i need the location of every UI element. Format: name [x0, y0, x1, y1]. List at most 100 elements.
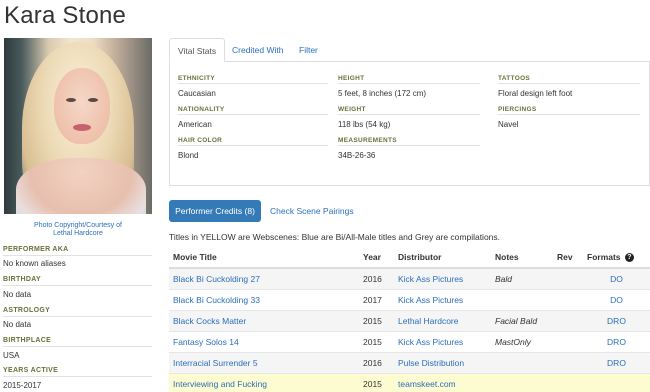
weight-label: WEIGHT	[338, 106, 366, 113]
table-row: Fantasy Solos 14 2015 Kick Ass Pictures …	[169, 331, 650, 353]
divider	[338, 114, 480, 115]
movie-formats-link[interactable]	[583, 373, 650, 392]
piercings-value: Navel	[498, 120, 519, 129]
divider	[178, 114, 328, 115]
col-formats: Formats ?	[583, 247, 650, 269]
photo-credit-line: Photo Copyright/Courtesy of	[34, 222, 122, 229]
height-label: HEIGHT	[338, 75, 365, 82]
ethnicity-value: Caucasian	[178, 89, 216, 98]
movie-rev	[553, 331, 583, 353]
movie-notes: MastOnly	[491, 331, 553, 353]
col-movie-title[interactable]: Movie Title	[169, 247, 359, 269]
movie-formats-link[interactable]: DO	[583, 268, 650, 290]
table-row: Interracial Surrender 5 2016 Pulse Distr…	[169, 352, 650, 374]
divider	[3, 346, 152, 347]
tab-filter[interactable]: Filter	[291, 38, 326, 62]
divider	[3, 285, 152, 286]
nationality-value: American	[178, 120, 212, 129]
years-active-value: 2015-2017	[3, 381, 42, 390]
distributor-link[interactable]: Pulse Distribution	[394, 352, 491, 374]
movie-notes: Bald	[491, 268, 553, 290]
table-row: Black Bi Cuckolding 27 2016 Kick Ass Pic…	[169, 268, 650, 290]
photo-credit-studio-link[interactable]: Lethal Hardcore	[4, 230, 152, 238]
ethnicity-label: ETHNICITY	[178, 75, 216, 82]
weight-value: 118 lbs (54 kg)	[338, 120, 391, 129]
astrology-value: No data	[3, 320, 32, 329]
divider	[498, 83, 640, 84]
movie-notes: Facial Bald	[491, 310, 553, 332]
movie-title-link[interactable]: Black Cocks Matter	[169, 310, 359, 332]
movie-year: 2016	[359, 352, 394, 374]
table-row: Black Cocks Matter 2015 Lethal Hardcore …	[169, 310, 650, 332]
hair-color-label: HAIR COLOR	[178, 137, 223, 144]
vital-stats-panel: ETHNICITY Caucasian NATIONALITY American…	[169, 62, 650, 186]
help-icon[interactable]: ?	[624, 253, 634, 263]
tab-credited-with[interactable]: Credited With	[224, 38, 292, 62]
height-value: 5 feet, 8 inches (172 cm)	[338, 89, 427, 98]
movie-title-link[interactable]: Black Bi Cuckolding 33	[169, 289, 359, 311]
distributor-link[interactable]: Kick Ass Pictures	[394, 331, 491, 353]
performer-credits-button[interactable]: Performer Credits (8)	[169, 200, 261, 222]
distributor-link[interactable]: Kick Ass Pictures	[394, 289, 491, 311]
birthday-label: BIRTHDAY	[3, 276, 41, 283]
movie-formats-link[interactable]: DRO	[583, 352, 650, 374]
movie-year: 2017	[359, 289, 394, 311]
performer-aka-label: PERFORMER AKA	[3, 246, 69, 253]
astrology-label: ASTROLOGY	[3, 307, 51, 314]
distributor-link[interactable]: teamskeet.com	[394, 373, 491, 392]
title-color-legend: Titles in YELLOW are Webscenes: Blue are…	[169, 232, 501, 242]
divider	[338, 145, 480, 146]
divider	[178, 145, 328, 146]
movie-title-link[interactable]: Interracial Surrender 5	[169, 352, 359, 374]
movie-title-link[interactable]: Fantasy Solos 14	[169, 331, 359, 353]
measurements-label: MEASUREMENTS	[338, 137, 397, 144]
movie-title-link[interactable]: Black Bi Cuckolding 27	[169, 268, 359, 290]
col-notes: Notes	[491, 247, 553, 269]
col-rev: Rev	[553, 247, 583, 269]
years-active-label: YEARS ACTIVE	[3, 367, 59, 374]
nationality-label: NATIONALITY	[178, 106, 225, 113]
movie-formats-link[interactable]: DRO	[583, 310, 650, 332]
tab-vital-stats[interactable]: Vital Stats	[169, 38, 226, 62]
movie-formats-link[interactable]: DRO	[583, 331, 650, 353]
tattoos-label: TATTOOS	[498, 75, 531, 82]
check-scene-pairings-link[interactable]: Check Scene Pairings	[270, 200, 354, 222]
divider	[178, 83, 328, 84]
movie-notes	[491, 352, 553, 374]
movie-rev	[553, 352, 583, 374]
birthplace-value: USA	[3, 351, 20, 360]
movie-notes	[491, 289, 553, 311]
performer-photo	[4, 38, 152, 214]
divider	[3, 376, 152, 377]
distributor-link[interactable]: Kick Ass Pictures	[394, 268, 491, 290]
birthplace-label: BIRTHPLACE	[3, 337, 52, 344]
profile-tabs: Vital Stats Credited With Filter	[169, 38, 650, 62]
tattoos-value: Floral design left foot	[498, 89, 573, 98]
distributor-link[interactable]: Lethal Hardcore	[394, 310, 491, 332]
table-row: Black Bi Cuckolding 33 2017 Kick Ass Pic…	[169, 289, 650, 311]
hair-color-value: Blond	[178, 151, 199, 160]
divider	[3, 255, 152, 256]
movie-year: 2016	[359, 268, 394, 290]
movie-year: 2015	[359, 373, 394, 392]
movie-rev	[553, 310, 583, 332]
movie-title-link[interactable]: Interviewing and Fucking	[169, 373, 359, 392]
movie-rev	[553, 268, 583, 290]
col-distributor[interactable]: Distributor	[394, 247, 491, 269]
movie-year: 2015	[359, 310, 394, 332]
piercings-label: PIERCINGS	[498, 106, 537, 113]
table-header-row: Movie Title Year Distributor Notes Rev F…	[169, 247, 650, 269]
credits-table: Movie Title Year Distributor Notes Rev F…	[169, 247, 650, 392]
divider	[338, 83, 480, 84]
col-formats-label: Formats	[587, 251, 621, 262]
birthday-value: No data	[3, 290, 32, 299]
photo-credit[interactable]: Photo Copyright/Courtesy of Lethal Hardc…	[4, 222, 152, 238]
col-year[interactable]: Year	[359, 247, 394, 269]
performer-aka-value: No known aliases	[3, 259, 66, 268]
movie-formats-link[interactable]: DO	[583, 289, 650, 311]
measurements-value: 34B-26-36	[338, 151, 376, 160]
table-row: Interviewing and Fucking 2015 teamskeet.…	[169, 373, 650, 392]
movie-rev	[553, 373, 583, 392]
divider	[498, 114, 640, 115]
movie-year: 2015	[359, 331, 394, 353]
